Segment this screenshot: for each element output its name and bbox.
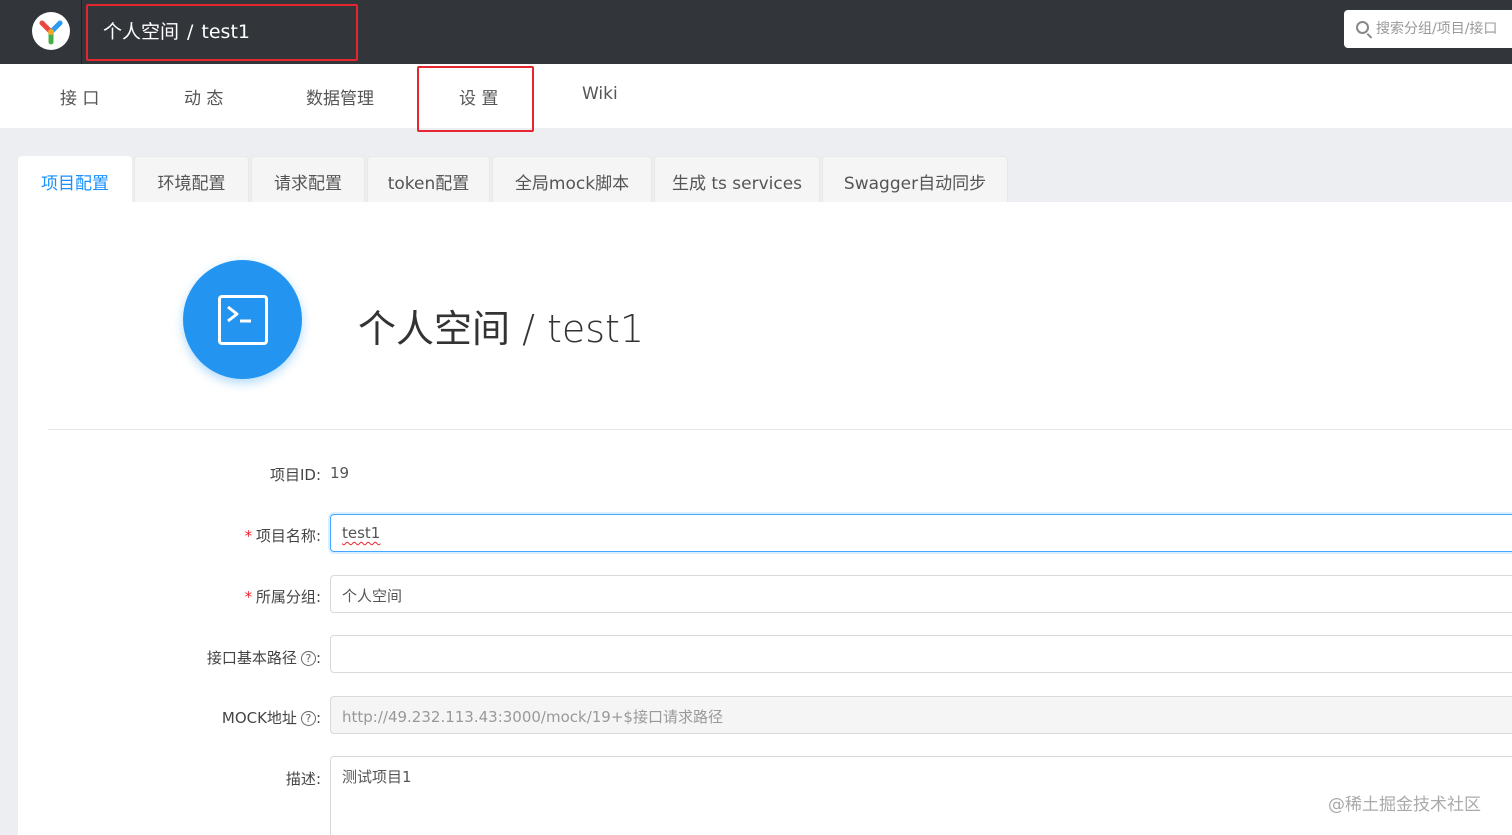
- nav-tab-interface[interactable]: 接 口: [60, 84, 99, 109]
- mock-url-value: http://49.232.113.43:3000/mock/19+$接口请求路…: [342, 708, 723, 726]
- tab-token-config[interactable]: token配置: [367, 156, 490, 202]
- project-id-label-text: 项目ID: [269, 466, 316, 484]
- required-mark: *: [243, 588, 253, 606]
- search-box[interactable]: [1344, 10, 1512, 48]
- question-circle-icon[interactable]: ?: [300, 651, 316, 666]
- colon: :: [315, 588, 321, 606]
- project-name-label: * 项目名称:: [244, 525, 321, 546]
- tab-global-mock-script[interactable]: 全局mock脚本: [492, 156, 652, 202]
- terminal-icon: [218, 295, 268, 345]
- description-label: 描述:: [286, 768, 321, 789]
- search-input[interactable]: [1376, 18, 1512, 40]
- required-mark: *: [243, 527, 253, 545]
- project-id-label: 项目ID:: [270, 464, 321, 485]
- tab-ts-services[interactable]: 生成 ts services: [654, 156, 820, 202]
- project-name-input[interactable]: test1: [330, 514, 1512, 552]
- project-nav: 接 口 动 态 数据管理 设 置 Wiki: [0, 64, 1512, 128]
- colon: :: [315, 527, 321, 545]
- logo-area[interactable]: [20, 0, 82, 64]
- nav-tab-data-management[interactable]: 数据管理: [306, 84, 374, 109]
- annotation-box-breadcrumb: [86, 4, 358, 61]
- mock-label-text: MOCK地址: [221, 709, 297, 727]
- mock-url-input[interactable]: http://49.232.113.43:3000/mock/19+$接口请求路…: [330, 696, 1512, 734]
- yapi-logo-icon[interactable]: [32, 12, 70, 50]
- project-name-label-text: 项目名称: [255, 527, 316, 545]
- basepath-input[interactable]: [330, 635, 1512, 673]
- tab-request-config[interactable]: 请求配置: [251, 156, 365, 202]
- project-name-value: test1: [342, 524, 381, 542]
- project-id-value: 19: [330, 464, 350, 482]
- tab-project-config[interactable]: 项目配置: [18, 156, 132, 202]
- project-avatar[interactable]: [183, 260, 302, 379]
- colon: :: [315, 709, 321, 727]
- divider: [48, 429, 1512, 430]
- colon: :: [315, 466, 321, 484]
- group-value: 个人空间: [342, 587, 403, 605]
- search-icon: [1356, 21, 1369, 34]
- group-label-text: 所属分组: [255, 588, 316, 606]
- colon: :: [315, 649, 321, 667]
- tab-swagger-sync[interactable]: Swagger自动同步: [822, 156, 1008, 202]
- colon: :: [315, 770, 321, 788]
- tab-env-config[interactable]: 环境配置: [134, 156, 249, 202]
- basepath-label: 接口基本路径?:: [207, 647, 321, 668]
- group-select[interactable]: 个人空间: [330, 575, 1512, 613]
- nav-tab-activity[interactable]: 动 态: [184, 84, 223, 109]
- watermark: @稀土掘金技术社区: [1328, 795, 1481, 815]
- description-label-text: 描述: [285, 770, 316, 788]
- project-title: 个人空间 / test1: [358, 307, 645, 351]
- description-value: 测试项目1: [342, 768, 412, 786]
- annotation-box-settings: [417, 66, 534, 132]
- question-circle-icon[interactable]: ?: [300, 711, 316, 726]
- group-label: * 所属分组:: [244, 586, 321, 607]
- nav-tab-wiki[interactable]: Wiki: [582, 84, 618, 104]
- basepath-label-text: 接口基本路径: [206, 649, 297, 667]
- mock-label: MOCK地址?:: [222, 707, 321, 728]
